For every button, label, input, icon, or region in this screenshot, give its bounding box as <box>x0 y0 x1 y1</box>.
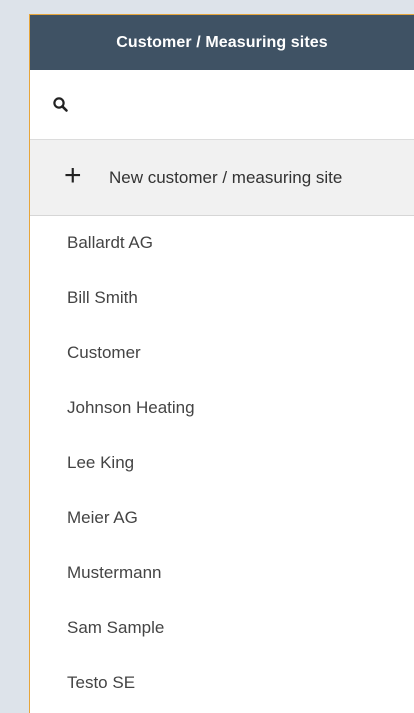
search-icon[interactable] <box>52 96 70 114</box>
plus-icon: + <box>64 158 82 192</box>
customer-list-item[interactable]: Lee King <box>30 436 414 491</box>
customer-list: Ballardt AG Bill Smith Customer Johnson … <box>30 216 414 710</box>
customer-list-item[interactable]: Johnson Heating <box>30 381 414 436</box>
customer-list-item[interactable]: Testo SE <box>30 655 414 710</box>
page-title: Customer / Measuring sites <box>116 33 328 51</box>
customer-list-item[interactable]: Ballardt AG <box>30 216 414 271</box>
customer-panel: Customer / Measuring sites + New custome… <box>29 14 414 713</box>
new-customer-button[interactable]: + New customer / measuring site <box>30 140 414 216</box>
customer-list-item[interactable]: Bill Smith <box>30 271 414 326</box>
customer-list-item[interactable]: Sam Sample <box>30 600 414 655</box>
customer-list-item[interactable]: Customer <box>30 326 414 381</box>
search-input[interactable] <box>30 70 414 140</box>
customer-list-item[interactable]: Meier AG <box>30 490 414 545</box>
new-customer-label: New customer / measuring site <box>109 167 343 187</box>
panel-header: Customer / Measuring sites <box>30 15 414 70</box>
customer-list-item[interactable]: Mustermann <box>30 545 414 600</box>
